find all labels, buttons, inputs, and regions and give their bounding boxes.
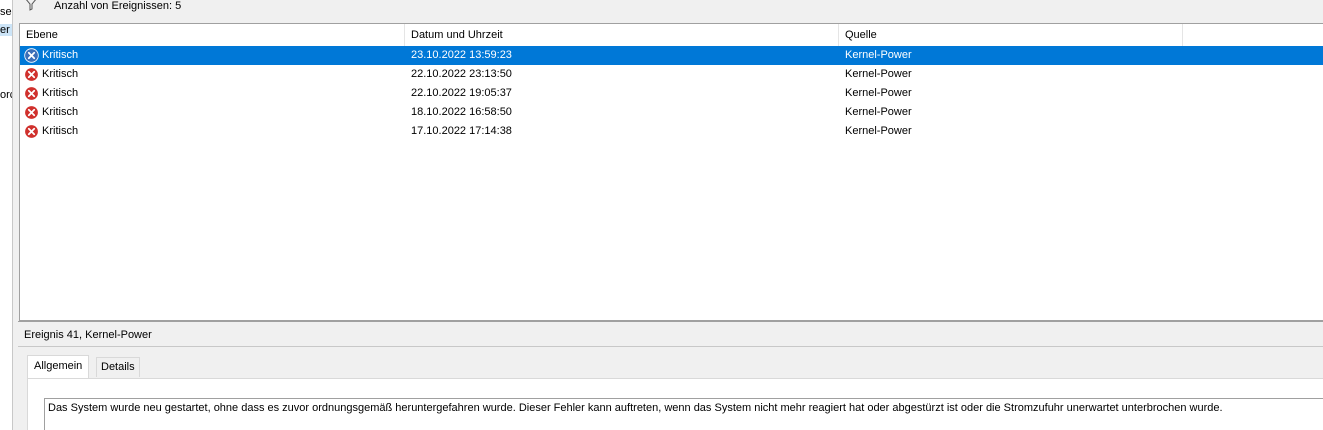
cell-datetime: 18.10.2022 16:58:50 [411,106,512,118]
nav-item-fragment[interactable]: orc [0,89,12,101]
main-pane: Anzahl von Ereignissen: 5 Ebene Datum un… [18,0,1323,430]
event-description-box[interactable]: Das System wurde neu gestartet, ohne das… [44,398,1323,430]
cell-source: Kernel-Power [845,49,912,61]
table-row[interactable]: Kritisch 22.10.2022 23:13:50 Kernel-Power [20,65,1323,84]
tab-details[interactable]: Details [96,357,140,377]
nav-item-fragment[interactable]: se [0,6,12,18]
cell-level: Kritisch [24,122,78,141]
critical-error-icon [24,105,39,120]
cell-level: Kritisch [24,103,78,122]
level-text: Kritisch [42,125,79,137]
cell-source: Kernel-Power [845,87,912,99]
level-text: Kritisch [42,68,79,80]
level-text: Kritisch [42,49,79,61]
table-row[interactable]: Kritisch 23.10.2022 13:59:23 Kernel-Power [20,46,1323,65]
cell-datetime: 22.10.2022 23:13:50 [411,68,512,80]
event-detail-pane: Ereignis 41, Kernel-Power Allgemein Deta… [18,321,1323,430]
cell-level: Kritisch [24,65,78,84]
critical-error-icon [24,48,39,63]
tab-content: Das System wurde neu gestartet, ohne das… [27,378,1323,430]
cell-datetime: 22.10.2022 19:05:37 [411,87,512,99]
level-text: Kritisch [42,87,79,99]
cell-datetime: 17.10.2022 17:14:38 [411,125,512,137]
critical-error-icon [24,124,39,139]
cell-source: Kernel-Power [845,68,912,80]
cell-source: Kernel-Power [845,125,912,137]
table-row[interactable]: Kritisch 17.10.2022 17:14:38 Kernel-Power [20,122,1323,141]
cell-level: Kritisch [24,46,78,65]
column-header-datetime[interactable]: Datum und Uhrzeit [405,24,839,46]
cell-source: Kernel-Power [845,106,912,118]
table-row[interactable]: Kritisch 18.10.2022 16:58:50 Kernel-Power [20,103,1323,122]
critical-error-icon [24,67,39,82]
cell-datetime: 23.10.2022 13:59:23 [411,49,512,61]
column-header-level[interactable]: Ebene [20,24,405,46]
table-row[interactable]: Kritisch 22.10.2022 19:05:37 Kernel-Power [20,84,1323,103]
event-detail-title: Ereignis 41, Kernel-Power [18,322,1323,347]
critical-error-icon [24,86,39,101]
list-header: Ebene Datum und Uhrzeit Quelle [20,24,1323,46]
event-description: Das System wurde neu gestartet, ohne das… [48,402,1223,414]
event-viewer-window: se er orc Anzahl von Ereignissen: 5 Eben… [0,0,1323,430]
event-count-label: Anzahl von Ereignissen: 5 [54,0,182,12]
column-header-source[interactable]: Quelle [839,24,1183,46]
filter-icon [24,0,38,11]
level-text: Kritisch [42,106,79,118]
cell-level: Kritisch [24,84,78,103]
nav-item-fragment-selected[interactable]: er [0,24,12,36]
navigation-pane[interactable]: se er orc [0,0,13,430]
event-rows: Kritisch 23.10.2022 13:59:23 Kernel-Power K… [20,46,1323,141]
tab-allgemein[interactable]: Allgemein [27,355,90,378]
filter-bar: Anzahl von Ereignissen: 5 [18,0,1323,22]
event-list[interactable]: Ebene Datum und Uhrzeit Quelle Kritisch 2… [19,23,1323,321]
